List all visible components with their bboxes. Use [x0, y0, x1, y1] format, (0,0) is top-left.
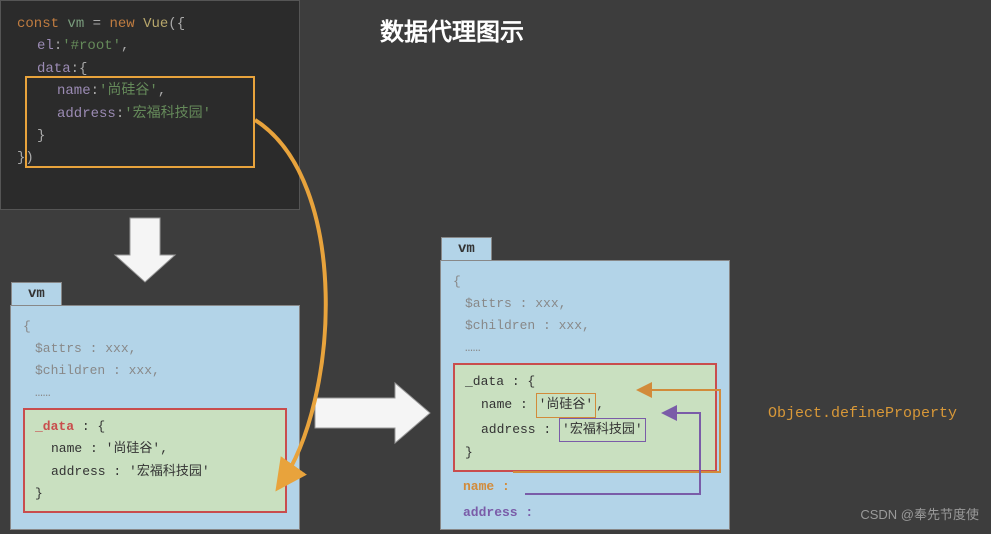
code-block: const vm = new Vue({ el:'#root', data:{ …: [0, 0, 300, 210]
code-brace: :{: [71, 61, 88, 77]
object-define-property: Object.defineProperty: [768, 405, 957, 422]
vm-brace: {: [453, 271, 717, 293]
object-text: Object: [768, 405, 822, 422]
proxy-addr-line: address :: [453, 502, 717, 524]
code-keyword: new: [109, 16, 134, 32]
vm-box-left: vm { $attrs : xxx, $children : xxx, …… _…: [10, 305, 300, 530]
arrow-right-icon: [315, 383, 430, 443]
diagram-title: 数据代理图示: [380, 12, 524, 47]
vm-attrs: $attrs : xxx,: [23, 338, 287, 360]
code-keyword: const: [17, 16, 59, 32]
data-panel-right: _data : { name : '尚硅谷', address : '宏福科技园…: [453, 363, 717, 471]
arrow-down-icon: [115, 218, 175, 282]
code-brace: }): [17, 150, 34, 166]
data-close: }: [35, 483, 275, 505]
code-string: '#root': [62, 38, 121, 54]
dot-text: .: [822, 405, 831, 422]
proxy-name-key: name :: [463, 479, 510, 494]
name-key: name :: [481, 397, 528, 412]
data-panel-left: _data : { name : '尚硅谷', address : '宏福科技园…: [23, 408, 287, 512]
vm-tab: vm: [441, 237, 492, 260]
vm-children: $children : xxx,: [453, 315, 717, 337]
data-key: _data: [465, 374, 504, 389]
name-value-highlight: '尚硅谷': [536, 393, 597, 417]
code-brace: ({: [168, 16, 185, 32]
addr-key: address :: [481, 422, 551, 437]
addr-value-highlight: '宏福科技园': [559, 418, 646, 442]
code-prop: data: [37, 61, 71, 77]
data-open: : {: [504, 374, 535, 389]
proxy-addr-key: address :: [463, 505, 533, 520]
code-class: Vue: [143, 16, 168, 32]
vm-children: $children : xxx,: [23, 360, 287, 382]
data-key: _data: [35, 419, 74, 434]
vm-dots: ……: [453, 337, 717, 359]
data-close: }: [465, 442, 705, 464]
vm-attrs: $attrs : xxx,: [453, 293, 717, 315]
vm-brace: {: [23, 316, 287, 338]
vm-tab: vm: [11, 282, 62, 305]
data-name-line: name : '尚硅谷',: [35, 438, 275, 460]
code-string: '尚硅谷': [99, 83, 158, 99]
proxy-name-line: name :: [453, 476, 717, 498]
code-prop: name: [57, 83, 91, 99]
vm-box-right: vm { $attrs : xxx, $children : xxx, …… _…: [440, 260, 730, 530]
code-prop: el: [37, 38, 54, 54]
code-prop: address: [57, 106, 116, 122]
method-text: defineProperty: [831, 405, 957, 422]
comma: ,: [596, 397, 604, 412]
code-brace: }: [37, 128, 45, 144]
data-open: : {: [74, 419, 105, 434]
watermark: CSDN @奉先节度使: [860, 504, 979, 523]
vm-dots: ……: [23, 382, 287, 404]
code-variable: vm: [67, 16, 84, 32]
data-addr-line: address : '宏福科技园': [35, 461, 275, 483]
code-string: '宏福科技园': [124, 106, 211, 122]
code-op: =: [93, 16, 101, 32]
